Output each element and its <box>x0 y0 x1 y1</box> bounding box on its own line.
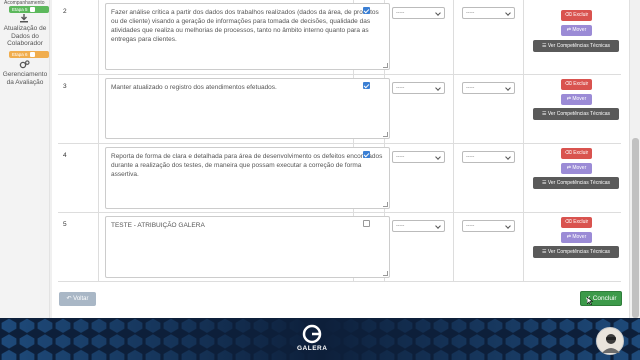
download-icon <box>19 14 29 23</box>
row-number: 4 <box>63 152 67 159</box>
move-button[interactable]: ⇄ Mover <box>561 25 592 36</box>
gears-icon <box>19 60 30 69</box>
row-checkbox[interactable] <box>363 151 370 158</box>
row-checkbox[interactable] <box>363 220 370 227</box>
select-1[interactable]: ----- <box>392 151 445 163</box>
move-button[interactable]: ⇄ Mover <box>561 232 592 243</box>
select-1[interactable]: ----- <box>392 220 445 232</box>
sidebar-item-gerenciamento[interactable]: Gerenciamento da Avaliação <box>0 71 50 86</box>
table-row: 5 TESTE - ATRIBUIÇÃO GALERA ----- ----- … <box>58 213 621 282</box>
brand-name: GALERA <box>297 345 328 352</box>
view-competencies-button[interactable]: ☰ Ver Competências Técnicas <box>533 108 619 120</box>
table-row: 2 Fazer análise crítica a partir dos dad… <box>58 0 621 75</box>
description-textarea[interactable]: Manter atualizado o registro dos atendim… <box>105 78 390 139</box>
galera-logo-icon <box>302 324 322 344</box>
delete-button[interactable]: ⌫ Excluir <box>561 217 592 228</box>
main-panel: 2 Fazer análise crítica a partir dos dad… <box>52 0 629 318</box>
select-2[interactable]: ----- <box>462 220 515 232</box>
back-button[interactable]: ↶ Voltar <box>59 292 96 306</box>
select-1[interactable]: ----- <box>392 7 445 19</box>
select-2[interactable]: ----- <box>462 151 515 163</box>
delete-button[interactable]: ⌫ Excluir <box>561 10 592 21</box>
delete-button[interactable]: ⌫ Excluir <box>561 148 592 159</box>
move-button[interactable]: ⇄ Mover <box>561 163 592 174</box>
sidebar: Acompanhamento Etapa 5 Atualização de Da… <box>0 0 50 318</box>
move-button[interactable]: ⇄ Mover <box>561 94 592 105</box>
table-row: 3 Manter atualizado o registro dos atend… <box>58 75 621 144</box>
row-checkbox[interactable] <box>363 82 370 89</box>
select-2[interactable]: ----- <box>462 7 515 19</box>
sidebar-item-atualizacao[interactable]: Atualização de Dados do Colaborador <box>0 25 50 48</box>
row-checkbox[interactable] <box>363 7 370 14</box>
description-textarea[interactable]: Fazer análise crítica a partir dos dados… <box>105 3 390 70</box>
row-number: 2 <box>63 8 67 15</box>
scrollbar-thumb[interactable] <box>632 138 639 318</box>
row-number: 3 <box>63 83 67 90</box>
mouse-cursor-icon <box>587 297 593 305</box>
select-1[interactable]: ----- <box>392 82 445 94</box>
avatar[interactable] <box>596 327 624 355</box>
scrollbar[interactable] <box>629 0 640 318</box>
view-competencies-button[interactable]: ☰ Ver Competências Técnicas <box>533 246 619 258</box>
etapa-5-badge: Etapa 5 <box>9 6 49 13</box>
table-row: 4 Reporta de forma de clara e detalhada … <box>58 144 621 213</box>
delete-button[interactable]: ⌫ Excluir <box>561 79 592 90</box>
description-textarea[interactable]: Reporta de forma de clara e detalhada pa… <box>105 147 390 209</box>
etapa-6-badge: Etapa 6 <box>9 51 49 58</box>
row-number: 5 <box>63 221 67 228</box>
view-competencies-button[interactable]: ☰ Ver Competências Técnicas <box>533 177 619 189</box>
description-textarea[interactable]: TESTE - ATRIBUIÇÃO GALERA <box>105 216 390 278</box>
view-competencies-button[interactable]: ☰ Ver Competências Técnicas <box>533 40 619 52</box>
select-2[interactable]: ----- <box>462 82 515 94</box>
